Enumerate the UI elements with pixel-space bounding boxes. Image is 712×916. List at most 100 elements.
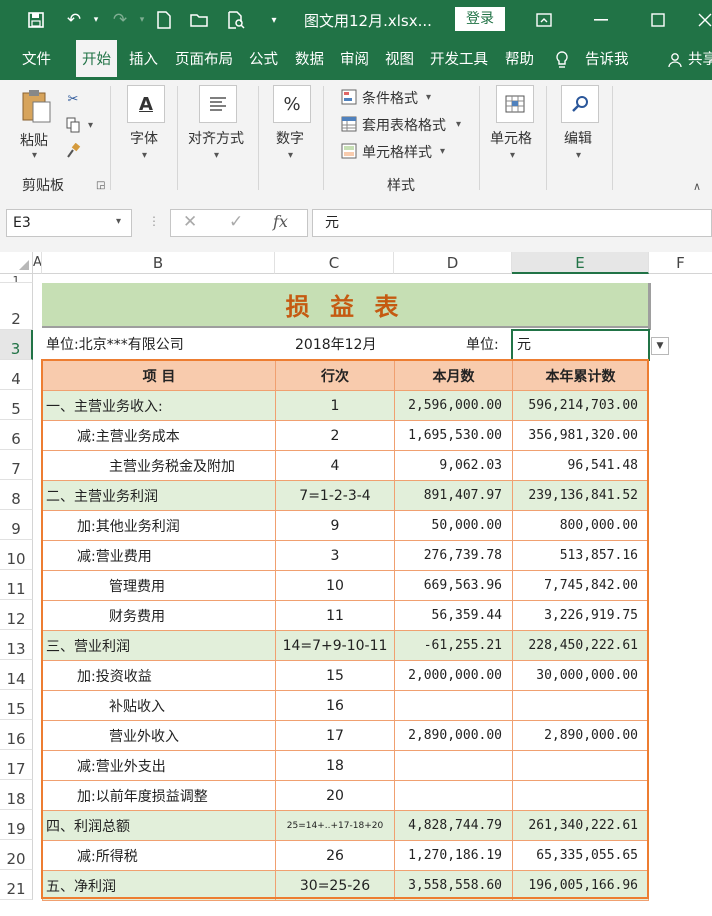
- font-icon[interactable]: A: [127, 85, 165, 123]
- row-month-amount[interactable]: 1,695,530.00: [394, 420, 513, 451]
- row-month-amount[interactable]: 50,000.00: [394, 510, 513, 541]
- table-format-icon[interactable]: [340, 115, 358, 133]
- row-header-15[interactable]: 15: [0, 690, 33, 720]
- row-month-amount[interactable]: 2,890,000.00: [394, 720, 513, 751]
- row-line-no[interactable]: 2: [275, 420, 395, 451]
- row-item[interactable]: 加:以前年度损益调整: [42, 780, 276, 811]
- editing-button[interactable]: 编辑: [564, 128, 592, 148]
- conditional-format-icon[interactable]: [340, 88, 358, 106]
- row-item[interactable]: 二、主营业务利润: [42, 480, 276, 511]
- row-header-18[interactable]: 18: [0, 780, 33, 810]
- row-month-amount[interactable]: 3,558,558.60: [394, 870, 513, 901]
- customize-toolbar-icon[interactable]: ▾: [262, 8, 286, 32]
- tell-me-search[interactable]: 告诉我: [585, 40, 629, 80]
- row-item[interactable]: 减:所得税: [42, 840, 276, 871]
- row-ytd-amount[interactable]: 7,745,842.00: [512, 570, 649, 601]
- close-icon[interactable]: [690, 6, 712, 34]
- row-ytd-amount[interactable]: 356,981,320.00: [512, 420, 649, 451]
- row-ytd-amount[interactable]: 228,450,222.61: [512, 630, 649, 661]
- row-item[interactable]: 加:其他业务利润: [42, 510, 276, 541]
- row-line-no[interactable]: 30=25-26: [275, 870, 395, 901]
- percent-icon[interactable]: %: [273, 85, 311, 123]
- tab-review[interactable]: 审阅: [340, 40, 369, 80]
- row-ytd-amount[interactable]: 196,005,166.96: [512, 870, 649, 901]
- tab-insert[interactable]: 插入: [129, 40, 158, 80]
- cells-icon[interactable]: [496, 85, 534, 123]
- table-format-dropdown-icon[interactable]: ▾: [456, 119, 461, 130]
- row-line-no[interactable]: 20: [275, 780, 395, 811]
- row-line-no[interactable]: 9: [275, 510, 395, 541]
- row-item[interactable]: 营业外收入: [42, 720, 276, 751]
- row-line-no[interactable]: 25=14+..+17-18+20: [275, 810, 395, 841]
- column-header-e[interactable]: E: [512, 252, 649, 274]
- row-header-21[interactable]: 21: [0, 870, 33, 900]
- row-header-16[interactable]: 16: [0, 720, 33, 750]
- row-header-7[interactable]: 7: [0, 450, 33, 480]
- column-header-c[interactable]: C: [275, 252, 394, 274]
- row-ytd-amount[interactable]: 30,000,000.00: [512, 660, 649, 691]
- ribbon-display-options-icon[interactable]: [529, 6, 559, 34]
- row-item[interactable]: 五、净利润: [42, 870, 276, 901]
- column-header-d[interactable]: D: [394, 252, 512, 274]
- column-header-f[interactable]: F: [649, 252, 712, 274]
- row-item[interactable]: 管理费用: [42, 570, 276, 601]
- active-cell-e3[interactable]: 元: [511, 329, 650, 361]
- font-button[interactable]: 字体: [130, 128, 158, 148]
- save-icon[interactable]: [24, 8, 48, 32]
- format-painter-icon[interactable]: [64, 142, 82, 160]
- lightbulb-icon[interactable]: [554, 40, 570, 80]
- cancel-icon[interactable]: ✕: [183, 212, 197, 232]
- maximize-icon[interactable]: [643, 6, 673, 34]
- row-month-amount[interactable]: 1,270,186.19: [394, 840, 513, 871]
- cell-style-button[interactable]: 单元格样式: [362, 142, 432, 162]
- row-month-amount[interactable]: 276,739.78: [394, 540, 513, 571]
- row-item[interactable]: 财务费用: [42, 600, 276, 631]
- undo-icon[interactable]: ↶: [62, 8, 86, 32]
- login-button[interactable]: 登录: [455, 7, 505, 31]
- clipboard-launcher-icon[interactable]: ◲: [96, 180, 105, 191]
- row-header-6[interactable]: 6: [0, 420, 33, 450]
- row-header-14[interactable]: 14: [0, 660, 33, 690]
- minimize-icon[interactable]: [586, 6, 616, 34]
- row-month-amount[interactable]: 2,000,000.00: [394, 660, 513, 691]
- row-line-no[interactable]: 3: [275, 540, 395, 571]
- row-ytd-amount[interactable]: 261,340,222.61: [512, 810, 649, 841]
- copy-icon[interactable]: [64, 116, 82, 134]
- row-line-no[interactable]: 15: [275, 660, 395, 691]
- row-ytd-amount[interactable]: 239,136,841.52: [512, 480, 649, 511]
- row-header-1[interactable]: 1: [0, 274, 33, 283]
- column-header-b[interactable]: B: [42, 252, 275, 274]
- row-month-amount[interactable]: 56,359.44: [394, 600, 513, 631]
- row-header-5[interactable]: 5: [0, 390, 33, 420]
- cell-dropdown-icon[interactable]: ▼: [651, 337, 669, 355]
- row-ytd-amount[interactable]: 513,857.16: [512, 540, 649, 571]
- row-item[interactable]: 四、利润总额: [42, 810, 276, 841]
- row-item[interactable]: 三、营业利润: [42, 630, 276, 661]
- row-line-no[interactable]: 17: [275, 720, 395, 751]
- insert-function-icon[interactable]: fx: [273, 212, 288, 231]
- name-box-dropdown-icon[interactable]: ▾: [116, 216, 121, 227]
- row-line-no[interactable]: 14=7+9-10-11: [275, 630, 395, 661]
- confirm-icon[interactable]: ✓: [229, 212, 243, 232]
- number-dropdown-icon[interactable]: ▾: [288, 150, 293, 161]
- row-line-no[interactable]: 18: [275, 750, 395, 781]
- row-header-3[interactable]: 3: [0, 330, 33, 360]
- row-ytd-amount[interactable]: [512, 750, 649, 781]
- row-ytd-amount[interactable]: 596,214,703.00: [512, 390, 649, 421]
- new-file-icon[interactable]: [152, 8, 176, 32]
- alignment-button[interactable]: 对齐方式: [188, 128, 244, 148]
- cut-icon[interactable]: ✂: [64, 90, 82, 108]
- row-item[interactable]: 减:营业外支出: [42, 750, 276, 781]
- row-month-amount[interactable]: -61,255.21: [394, 630, 513, 661]
- name-box[interactable]: E3: [6, 209, 132, 237]
- align-icon[interactable]: [199, 85, 237, 123]
- row-item[interactable]: 主营业务税金及附加: [42, 450, 276, 481]
- undo-dropdown-icon[interactable]: ▾: [84, 8, 108, 32]
- row-header-4[interactable]: 4: [0, 360, 33, 390]
- tab-formulas[interactable]: 公式: [249, 40, 278, 80]
- row-line-no[interactable]: 16: [275, 690, 395, 721]
- row-line-no[interactable]: 4: [275, 450, 395, 481]
- row-header-2[interactable]: 2: [0, 283, 33, 330]
- row-header-17[interactable]: 17: [0, 750, 33, 780]
- row-header-20[interactable]: 20: [0, 840, 33, 870]
